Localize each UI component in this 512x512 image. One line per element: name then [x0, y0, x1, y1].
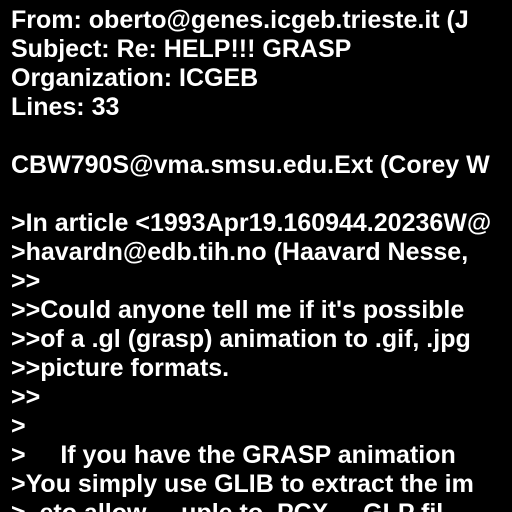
header-from: From: oberto@genes.icgeb.trieste.it (J: [11, 6, 469, 34]
quoted-line: >>: [11, 383, 41, 411]
quoted-line: >In article <1993Apr19.160944.20236W@: [11, 209, 492, 237]
quoted-line: >>picture formats.: [11, 354, 230, 382]
quoted-line-partial: > eto allow ... uple to .PCX ... GLP fil: [11, 499, 443, 512]
terminal-message-view: From: oberto@genes.icgeb.trieste.it (J S…: [0, 0, 512, 512]
header-lines: Lines: 33: [11, 93, 120, 121]
quoted-line: >>Could anyone tell me if it's possible: [11, 296, 465, 324]
quoted-line: >>of a .gl (grasp) animation to .gif, .j…: [11, 325, 471, 353]
attribution-line: CBW790S@vma.smsu.edu.Ext (Corey W: [11, 151, 490, 179]
quoted-line: >>: [11, 267, 41, 295]
quoted-line: >: [11, 412, 26, 440]
header-organization: Organization: ICGEB: [11, 64, 259, 92]
quoted-line: > If you have the GRASP animation: [11, 441, 456, 469]
quoted-line: >havardn@edb.tih.no (Haavard Nesse,: [11, 238, 469, 266]
quoted-line: >You simply use GLIB to extract the im: [11, 470, 474, 498]
header-subject: Subject: Re: HELP!!! GRASP: [11, 35, 352, 63]
